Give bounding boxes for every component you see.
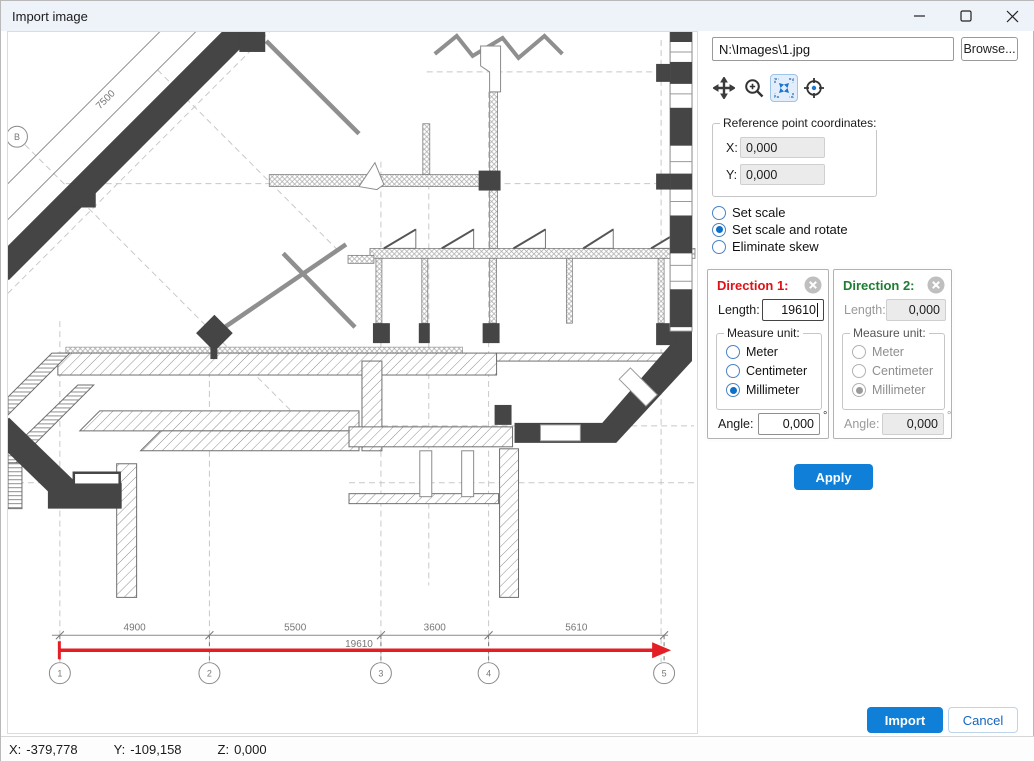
window — [540, 425, 580, 441]
radio-eliminate-skew[interactable]: Eliminate skew — [712, 239, 819, 254]
radio-meter[interactable]: Meter — [726, 345, 778, 359]
svg-text:5: 5 — [662, 669, 667, 679]
angle-label: Angle: — [844, 417, 879, 431]
file-path-input[interactable]: N:\Images\1.jpg — [712, 37, 954, 61]
radio-centimeter[interactable]: Centimeter — [852, 364, 933, 378]
pan-icon — [713, 77, 735, 99]
status-z-label: Z: — [218, 742, 230, 757]
statusbar: X: -379,778 Y: -109,158 Z: 0,000 — [1, 736, 1034, 761]
svg-text:4: 4 — [486, 669, 491, 679]
file-path-value: N:\Images\1.jpg — [719, 42, 810, 57]
svg-text:3: 3 — [378, 669, 383, 679]
radio-set-scale-and-rotate[interactable]: Set scale and rotate — [712, 222, 848, 237]
radio-millimeter[interactable]: Millimeter — [852, 383, 925, 397]
svg-text:B: B — [14, 132, 20, 142]
import-button[interactable]: Import — [867, 707, 943, 733]
pick-reference-point-icon — [803, 77, 825, 99]
length-label: Length: — [718, 303, 760, 317]
minimize-button[interactable] — [897, 1, 943, 31]
status-z-value: 0,000 — [234, 742, 267, 757]
import-image-dialog: { "window": { "title": "Import image" },… — [0, 0, 1034, 761]
text-caret — [817, 303, 818, 317]
zoom-extents-icon — [773, 77, 795, 99]
reference-point-group: Reference point coordinates: X: 0,000 Y:… — [712, 123, 877, 197]
preview-toolbar — [710, 74, 828, 102]
diagonal-dimension: 7500 — [8, 32, 203, 227]
zoom-in-button[interactable] — [740, 74, 768, 102]
svg-text:2: 2 — [207, 669, 212, 679]
status-y-label: Y: — [114, 742, 126, 757]
direction1-panel: Direction 1: Length: 19610 Measure unit:… — [707, 269, 829, 439]
window-title: Import image — [1, 9, 88, 24]
shaft — [420, 451, 432, 497]
svg-text:5610: 5610 — [565, 622, 588, 633]
image-preview-canvas[interactable]: 7500 — [7, 31, 698, 734]
close-button[interactable] — [989, 1, 1034, 31]
radio-circle — [712, 223, 726, 237]
direction2-panel: Direction 2: Length: 0,000 Measure unit:… — [833, 269, 952, 439]
pick-reference-point-button[interactable] — [800, 74, 828, 102]
close-icon — [1006, 10, 1019, 23]
apply-button[interactable]: Apply — [794, 464, 873, 490]
crosshatch-walls — [269, 92, 695, 323]
ref-y-label: Y: — [726, 168, 737, 182]
radio-set-scale[interactable]: Set scale — [712, 205, 785, 220]
radio-millimeter[interactable]: Millimeter — [726, 383, 799, 397]
ref-y-input[interactable]: 0,000 — [740, 164, 825, 185]
direction2-angle-input[interactable]: 0,000 — [882, 413, 944, 435]
ref-x-input[interactable]: 0,000 — [740, 137, 825, 158]
svg-text:4900: 4900 — [124, 622, 147, 633]
maximize-button[interactable] — [943, 1, 989, 31]
minimize-icon — [914, 10, 926, 22]
svg-text:3600: 3600 — [424, 622, 447, 633]
measure-unit-title: Measure unit: — [850, 326, 929, 340]
cancel-button[interactable]: Cancel — [948, 707, 1018, 733]
direction1-length-input[interactable]: 19610 — [762, 299, 824, 321]
degree-symbol: ° — [947, 410, 951, 422]
zoom-extents-button[interactable] — [770, 74, 798, 102]
measure-unit-group: Measure unit: Meter Centimeter Millimete… — [842, 333, 945, 410]
direction1-close-icon[interactable] — [804, 276, 822, 294]
length-label: Length: — [844, 303, 886, 317]
measure-unit-group: Measure unit: Meter Centimeter Millimete… — [716, 333, 822, 410]
radio-circle — [712, 240, 726, 254]
dimension-chain: 4900 5500 3600 5610 19610 — [52, 622, 668, 662]
dimension-label: 7500 — [94, 88, 118, 112]
floor-plan-drawing: 7500 — [8, 32, 697, 733]
direction2-length-input[interactable]: 0,000 — [886, 299, 946, 321]
measure-unit-title: Measure unit: — [724, 326, 803, 340]
direction2-title: Direction 2: — [843, 278, 915, 293]
direction1-title: Direction 1: — [717, 278, 789, 293]
degree-symbol: ° — [823, 410, 827, 422]
door-opening — [481, 46, 501, 92]
grid-bubbles: 1 2 3 4 5 — [49, 663, 674, 684]
titlebar: Import image — [1, 1, 1034, 31]
svg-text:5500: 5500 — [284, 622, 307, 633]
grid-bubble-row: B — [8, 126, 27, 147]
direction2-close-icon[interactable] — [927, 276, 945, 294]
reference-group-title: Reference point coordinates: — [720, 116, 879, 130]
ref-x-label: X: — [726, 141, 738, 155]
direction1-angle-input[interactable]: 0,000 — [758, 413, 820, 435]
svg-text:1: 1 — [57, 669, 62, 679]
status-x-label: X: — [9, 742, 21, 757]
zoom-in-icon — [743, 77, 765, 99]
pan-button[interactable] — [710, 74, 738, 102]
status-x-value: -379,778 — [26, 742, 77, 757]
browse-button[interactable]: Browse... — [961, 37, 1018, 61]
angle-label: Angle: — [718, 417, 753, 431]
radio-meter[interactable]: Meter — [852, 345, 904, 359]
radio-circle — [712, 206, 726, 220]
status-y-value: -109,158 — [130, 742, 181, 757]
maximize-icon — [960, 10, 972, 22]
radio-centimeter[interactable]: Centimeter — [726, 364, 807, 378]
shaft — [462, 451, 474, 497]
